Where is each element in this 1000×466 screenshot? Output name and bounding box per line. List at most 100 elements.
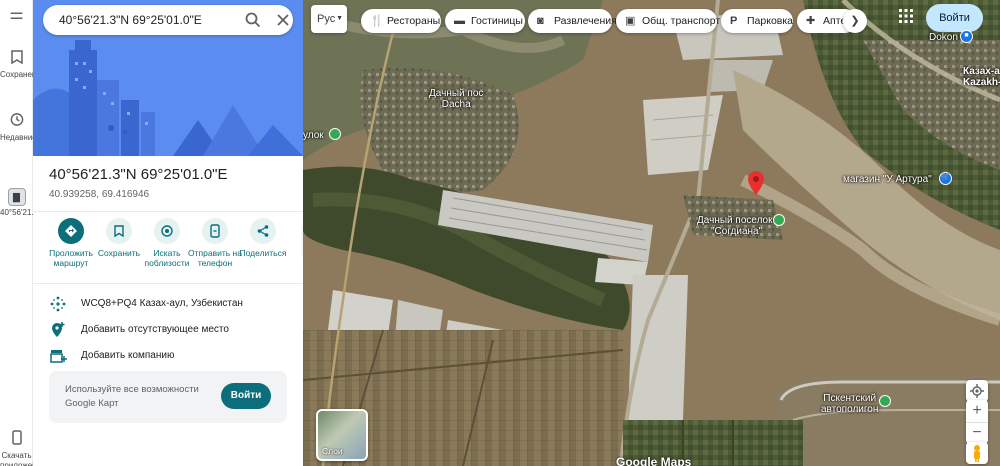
promo-text: Используйте все возможности Google Карт <box>65 384 199 409</box>
add-place-row[interactable]: Добавить отсутствующее место <box>49 321 299 339</box>
layers-label: Слои <box>322 446 343 456</box>
map-label-kazakh[interactable]: Казах-а Kazakh- <box>963 66 1000 88</box>
map-label-dacha-en: Dacha <box>441 99 471 110</box>
crosshair-icon <box>970 384 984 398</box>
bookmark-icon <box>106 218 132 244</box>
zoom-in-button[interactable]: + <box>966 400 988 422</box>
chip-entertainment[interactable]: ◙ Развлечения <box>528 9 617 33</box>
plus-code-text: WCQ8+PQ4 Казах-аул, Узбекистан <box>81 298 243 309</box>
phone-icon <box>202 218 228 244</box>
rail-download-button[interactable]: Скачать приложение <box>0 430 33 466</box>
camera-icon: ◙ <box>537 15 544 27</box>
rail-recent-button[interactable]: Недавние <box>0 112 33 143</box>
chip-label: Гостиницы <box>471 15 523 27</box>
share-icon <box>250 218 276 244</box>
fork-knife-icon: 🍴 <box>370 15 384 27</box>
action-buttons: Проложить маршрут Сохранить Искать побли… <box>33 218 303 278</box>
nearby-label: Искать поблизости <box>144 248 190 268</box>
phone-icon <box>0 430 33 449</box>
map-canvas[interactable]: Рус ▼ 🍴 Рестораны ▬ Гостиницы ◙ Развлечения … <box>303 0 1000 466</box>
zoom-controls: + − <box>966 400 988 444</box>
signin-button[interactable]: Войти <box>926 4 983 32</box>
nearby-icon <box>154 218 180 244</box>
add-place-text: Добавить отсутствующее место <box>81 324 229 335</box>
store-poi-icon[interactable]: ■ <box>960 30 973 43</box>
add-business-row[interactable]: Добавить компанию <box>49 347 299 365</box>
plus-code-icon <box>49 295 67 313</box>
map-label-sogdiana-1: Дачный поселок <box>697 215 773 226</box>
park-poi-icon[interactable] <box>329 128 341 140</box>
send-to-phone-label: Отправить на телефон <box>188 248 242 268</box>
rail-pinned-label: 40°56'21.3"N <box>0 208 33 217</box>
left-rail: ☰ Сохранено Недавние ▇ 40°56'21.3"N Скач… <box>0 0 33 466</box>
chips-next-button[interactable]: ❯ <box>843 9 867 33</box>
divider <box>33 211 303 212</box>
place-title: 40°56'21.3"N 69°25'01.0"E <box>49 166 228 183</box>
rail-saved-button[interactable]: Сохранено <box>0 50 33 80</box>
search-input[interactable]: 40°56'21.3"N 69°25'01.0"E <box>59 13 202 27</box>
map-label-sogdiana-2: "Согдиана" <box>711 226 763 237</box>
my-location-button[interactable] <box>966 380 988 402</box>
chip-label: Общ. транспорт <box>642 15 721 27</box>
rail-saved-label: Сохранено <box>0 70 33 79</box>
directions-label: Проложить маршрут <box>49 248 93 268</box>
add-business-icon <box>49 347 67 365</box>
chip-restaurants[interactable]: 🍴 Рестораны <box>361 9 441 33</box>
close-icon[interactable] <box>273 10 293 30</box>
place-decimal-coords: 40.939258, 69.416946 <box>49 189 150 200</box>
racetrack-poi-icon[interactable] <box>879 395 891 407</box>
map-label-sogdiana[interactable]: Дачный поселок "Согдиана" <box>697 215 773 237</box>
place-panel: 40°56'21.3"N 69°25'01.0"E 40°56'21.3"N 6… <box>33 0 303 466</box>
location-pin-icon[interactable] <box>748 171 764 195</box>
divider <box>33 283 303 284</box>
apps-grid-icon[interactable] <box>898 8 914 24</box>
directions-button[interactable]: Проложить маршрут <box>44 218 98 268</box>
chip-transit[interactable]: ▣ Общ. транспорт <box>616 9 721 33</box>
directions-icon <box>58 218 84 244</box>
map-label-dacha-ru: Дачный пос <box>429 88 484 99</box>
share-button[interactable]: Поделиться <box>236 218 290 258</box>
chip-hotels[interactable]: ▬ Гостиницы <box>445 9 525 33</box>
bookmark-icon <box>0 50 33 68</box>
map-label-kazakh-en: Kazakh- <box>963 77 1000 88</box>
map-label-left-edge: улок <box>303 130 324 141</box>
map-label-dacha[interactable]: Дачный пос Dacha <box>429 88 483 110</box>
send-to-phone-button[interactable]: Отправить на телефон <box>188 218 242 268</box>
pegman-icon[interactable] <box>966 442 988 464</box>
chip-label: Рестораны <box>387 15 441 27</box>
zoom-out-button[interactable]: − <box>966 422 988 444</box>
layers-button[interactable]: Слои <box>316 409 368 461</box>
menu-icon[interactable]: ☰ <box>0 10 33 20</box>
chip-label: Парковка <box>747 15 794 27</box>
add-business-text: Добавить компанию <box>81 350 175 361</box>
plus-code-row[interactable]: WCQ8+PQ4 Казах-аул, Узбекистан <box>49 295 299 313</box>
pin-thumbnail-icon: ▇ <box>7 188 26 206</box>
shopping-cart-icon[interactable]: 🛒 <box>939 172 952 185</box>
save-button[interactable]: Сохранить <box>92 218 146 258</box>
search-box[interactable]: 40°56'21.3"N 69°25'01.0"E <box>43 5 293 35</box>
signin-promo-card: Используйте все возможности Google Карт … <box>49 371 287 423</box>
promo-signin-button[interactable]: Войти <box>221 383 271 409</box>
bed-icon: ▬ <box>454 15 465 27</box>
pharmacy-icon: ✚ <box>806 15 816 27</box>
share-label: Поделиться <box>239 248 287 258</box>
map-label-dokon[interactable]: Dokon <box>929 32 958 43</box>
satellite-imagery <box>303 0 1000 466</box>
language-button[interactable]: Рус ▼ <box>311 5 347 33</box>
nearby-button[interactable]: Искать поблизости <box>140 218 194 268</box>
history-icon <box>0 112 33 131</box>
chip-parking[interactable]: P Парковка <box>721 9 793 33</box>
chevron-down-icon: ▼ <box>336 15 343 22</box>
save-label: Сохранить <box>97 248 141 258</box>
search-icon[interactable] <box>243 10 263 30</box>
map-label-pskent[interactable]: Пскентский автополигон <box>821 393 878 415</box>
hero-illustration: 40°56'21.3"N 69°25'01.0"E <box>33 0 303 156</box>
rail-recent-label: Недавние <box>0 133 33 142</box>
residential-poi-icon[interactable] <box>773 214 785 226</box>
parking-icon: P <box>730 15 738 27</box>
rail-pinned-place[interactable]: ▇ 40°56'21.3"N <box>0 188 33 218</box>
add-location-icon <box>49 321 67 339</box>
rail-download-label: Скачать приложение <box>0 451 33 466</box>
bus-icon: ▣ <box>625 15 636 27</box>
map-label-shop[interactable]: магазин "У Артура" <box>843 174 932 185</box>
